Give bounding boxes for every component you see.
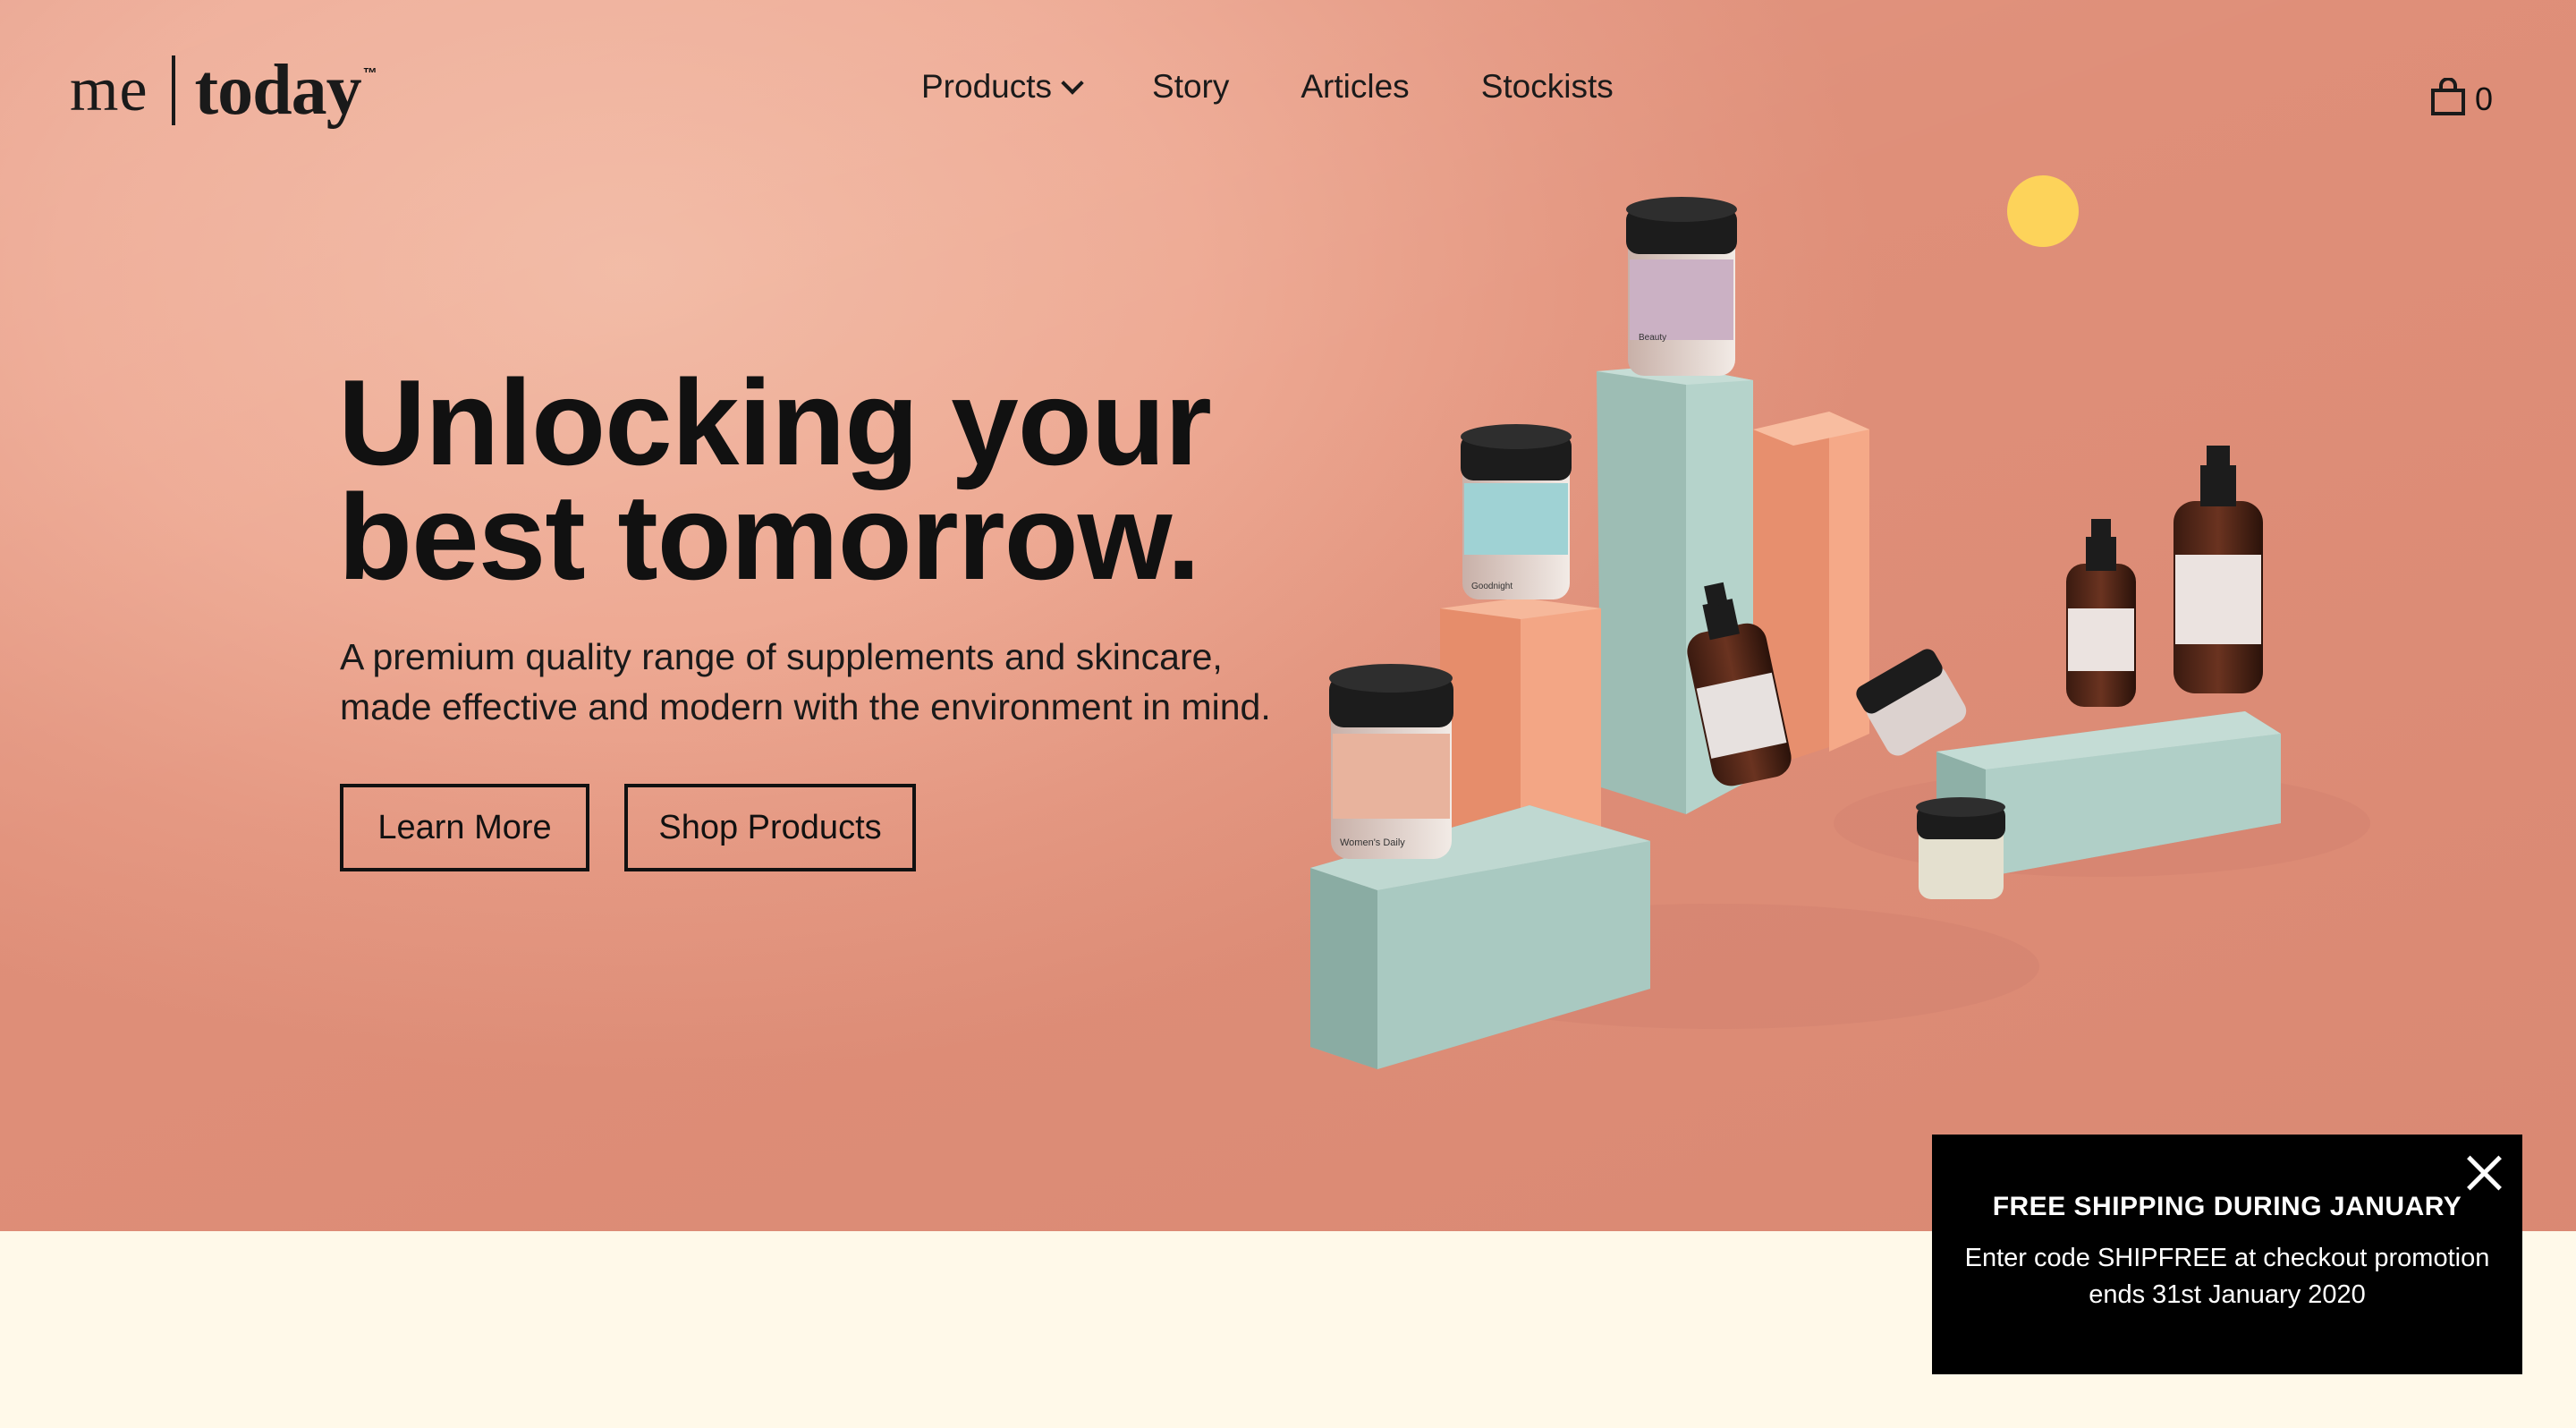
shopping-bag-icon xyxy=(2431,78,2465,115)
nav-item-stockists[interactable]: Stockists xyxy=(1481,68,1614,106)
product-jar-goodnight: Goodnight xyxy=(1461,424,1572,599)
nav-item-label: Products xyxy=(921,68,1053,105)
cart-button[interactable]: 0 xyxy=(2430,75,2493,118)
product-spray-bottle-large xyxy=(2174,446,2263,693)
cart-count: 0 xyxy=(2475,81,2494,117)
nav-item-articles[interactable]: Articles xyxy=(1301,68,1409,106)
hero-subtitle: A premium quality range of supplements a… xyxy=(340,632,1342,732)
product-jar-womens-daily: Women's Daily xyxy=(1329,664,1453,859)
shop-products-button[interactable]: Shop Products xyxy=(624,784,916,871)
product-jar-small xyxy=(1916,797,2005,899)
promo-title: FREE SHIPPING DURING JANUARY xyxy=(1992,1192,2462,1221)
logo-today: today xyxy=(194,50,362,130)
product-display-image: Beauty Goodnight Women's Daily xyxy=(1310,197,2370,1069)
product-jar-beauty: Beauty xyxy=(1626,197,1737,376)
nav-item-label: Story xyxy=(1152,68,1230,105)
product-spray-bottle-small xyxy=(2066,519,2136,707)
product-jar-tipped xyxy=(1856,649,1967,756)
jar-label-goodnight: Goodnight xyxy=(1471,582,1513,591)
promo-banner: FREE SHIPPING DURING JANUARY Enter code … xyxy=(1932,1135,2522,1374)
nav-item-label: Stockists xyxy=(1480,68,1614,105)
jar-label-beauty: Beauty xyxy=(1639,333,1666,343)
hero-headline: Unlocking your best tomorrow. xyxy=(338,361,1322,598)
nav-item-products[interactable]: Products xyxy=(921,68,1084,106)
learn-more-button[interactable]: Learn More xyxy=(340,784,589,871)
nav-item-label: Articles xyxy=(1301,68,1410,105)
jar-label-womens-daily: Women's Daily xyxy=(1340,837,1405,848)
main-nav: Products Story Articles Stockists xyxy=(921,68,1614,106)
hero-subtitle-line-1: A premium quality range of supplements a… xyxy=(340,636,1223,677)
nav-item-story[interactable]: Story xyxy=(1152,68,1229,106)
logo-trademark: ™ xyxy=(362,66,377,81)
hero-headline-line-2: best tomorrow. xyxy=(338,469,1200,605)
logo-divider xyxy=(171,55,175,125)
hero-subtitle-line-2: made effective and modern with the envir… xyxy=(340,686,1271,727)
logo-me: me xyxy=(70,55,148,124)
close-icon[interactable] xyxy=(2463,1152,2504,1194)
promo-message: Enter code SHIPFREE at checkout promotio… xyxy=(1964,1244,2490,1309)
brand-logo[interactable]: me today ™ xyxy=(70,51,377,130)
chevron-down-icon xyxy=(1061,72,1084,95)
